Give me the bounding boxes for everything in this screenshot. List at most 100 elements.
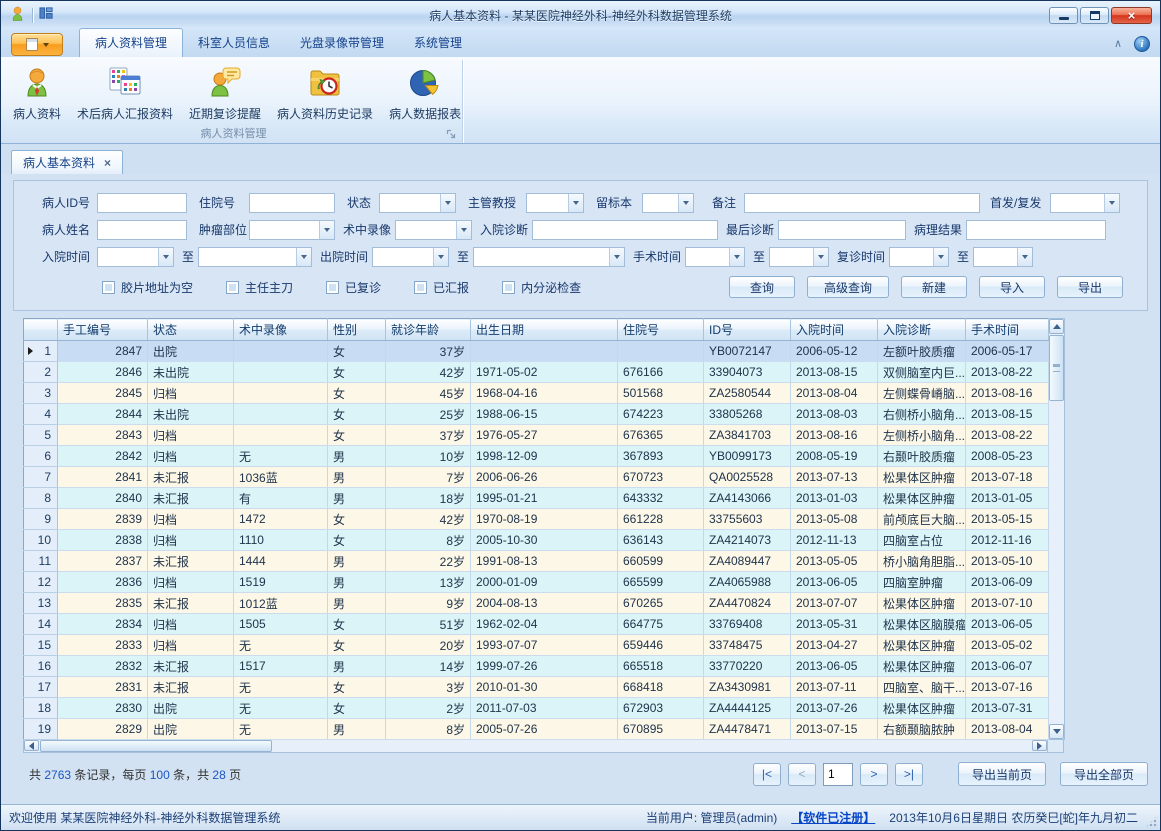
table-cell[interactable]: 未汇报 — [148, 593, 234, 614]
combo-dropdown-button[interactable] — [1104, 194, 1119, 212]
table-cell[interactable]: 1036蓝 — [234, 467, 328, 488]
table-cell[interactable]: QA0025528 — [704, 467, 791, 488]
table-cell[interactable]: 51岁 — [386, 614, 471, 635]
table-cell[interactable]: 665518 — [618, 656, 704, 677]
table-cell[interactable]: 13岁 — [386, 572, 471, 593]
table-cell[interactable]: 37岁 — [386, 341, 471, 362]
table-cell[interactable]: 33904073 — [704, 362, 791, 383]
table-cell[interactable]: 归档 — [148, 572, 234, 593]
combo-field[interactable] — [249, 220, 335, 240]
table-cell[interactable]: 女 — [328, 509, 386, 530]
table-row[interactable]: 82840未汇报有男18岁1995-01-21643332ZA414306620… — [24, 488, 1049, 509]
page-number-input[interactable] — [823, 763, 853, 786]
combo-field[interactable] — [889, 247, 949, 267]
table-cell[interactable]: 男 — [328, 572, 386, 593]
close-tab-icon[interactable]: × — [104, 157, 111, 169]
table-cell[interactable]: 2013-08-22 — [966, 362, 1049, 383]
row-number-cell[interactable]: 19 — [24, 719, 58, 740]
table-cell[interactable]: 33805268 — [704, 404, 791, 425]
row-number-cell[interactable]: 1 — [24, 341, 58, 362]
table-cell[interactable]: 2012-11-16 — [966, 530, 1049, 551]
combo-field[interactable] — [372, 247, 449, 267]
column-header[interactable]: 入院时间 — [791, 319, 878, 341]
table-cell[interactable]: 2839 — [58, 509, 148, 530]
table-cell[interactable]: 670265 — [618, 593, 704, 614]
combo-field[interactable] — [97, 247, 174, 267]
table-cell[interactable]: 2012-11-13 — [791, 530, 878, 551]
table-cell[interactable]: 367893 — [618, 446, 704, 467]
table-row[interactable]: 182830出院无女2岁2011-07-03672903ZA4444125201… — [24, 698, 1049, 719]
scroll-up-button[interactable] — [1049, 319, 1064, 334]
table-cell[interactable]: 2010-01-30 — [471, 677, 618, 698]
table-cell[interactable]: 无 — [234, 446, 328, 467]
table-row[interactable]: 162832未汇报1517男14岁1999-07-266655183377022… — [24, 656, 1049, 677]
table-cell[interactable]: 男 — [328, 488, 386, 509]
filter-checkbox[interactable]: 胶片地址为空 — [102, 279, 193, 296]
patient-history-button[interactable]: 病人资料历史记录 — [269, 62, 381, 125]
close-button[interactable]: × — [1111, 7, 1152, 24]
combo-dropdown-button[interactable] — [296, 248, 311, 266]
table-cell[interactable]: 松果体区肿瘤 — [878, 593, 966, 614]
combo-dropdown-button[interactable] — [319, 221, 334, 239]
table-row[interactable]: 102838归档1110女8岁2005-10-30636143ZA4214073… — [24, 530, 1049, 551]
table-cell[interactable]: 2837 — [58, 551, 148, 572]
table-cell[interactable]: 2013-07-16 — [966, 677, 1049, 698]
table-cell[interactable]: 未汇报 — [148, 488, 234, 509]
ribbon-tab-disc-video[interactable]: 光盘录像带管理 — [285, 29, 399, 57]
table-row[interactable]: 152833归档无女20岁1993-07-0765944633748475201… — [24, 635, 1049, 656]
combo-dropdown-button[interactable] — [729, 248, 744, 266]
table-cell[interactable]: 女 — [328, 362, 386, 383]
table-cell[interactable] — [618, 341, 704, 362]
action-button-查询[interactable]: 查询 — [729, 276, 795, 298]
ribbon-tab-patient-management[interactable]: 病人资料管理 — [79, 28, 183, 58]
combo-dropdown-button[interactable] — [158, 248, 173, 266]
table-cell[interactable]: 2005-07-26 — [471, 719, 618, 740]
table-cell[interactable]: 10岁 — [386, 446, 471, 467]
row-number-cell[interactable]: 16 — [24, 656, 58, 677]
table-cell[interactable]: 女 — [328, 614, 386, 635]
layout-blocks-icon[interactable] — [39, 6, 54, 24]
filter-checkbox[interactable]: 已复诊 — [326, 279, 381, 296]
table-cell[interactable]: 无 — [234, 698, 328, 719]
table-cell[interactable]: 2841 — [58, 467, 148, 488]
table-cell[interactable]: 2013-07-15 — [791, 719, 878, 740]
table-cell[interactable]: 松果体区脑膜瘤 — [878, 614, 966, 635]
table-cell[interactable]: 668418 — [618, 677, 704, 698]
table-cell[interactable]: 有 — [234, 488, 328, 509]
table-cell[interactable]: 8岁 — [386, 530, 471, 551]
horizontal-scroll-track[interactable] — [273, 740, 1032, 752]
ribbon-tab-system[interactable]: 系统管理 — [399, 29, 477, 57]
dialog-launcher-icon[interactable] — [446, 129, 457, 140]
combo-field[interactable] — [685, 247, 745, 267]
vertical-scroll-track[interactable] — [1049, 402, 1064, 724]
table-cell[interactable]: 1472 — [234, 509, 328, 530]
row-number-cell[interactable]: 11 — [24, 551, 58, 572]
table-cell[interactable]: 676365 — [618, 425, 704, 446]
checkbox-icon[interactable] — [326, 281, 339, 294]
table-cell[interactable]: 9岁 — [386, 593, 471, 614]
combo-field[interactable] — [973, 247, 1033, 267]
table-cell[interactable]: 1519 — [234, 572, 328, 593]
table-cell[interactable]: 2013-06-05 — [791, 572, 878, 593]
table-cell[interactable]: 2833 — [58, 635, 148, 656]
table-cell[interactable]: 636143 — [618, 530, 704, 551]
column-header[interactable]: 状态 — [148, 319, 234, 341]
row-number-cell[interactable]: 9 — [24, 509, 58, 530]
table-cell[interactable]: 左侧蝶骨嵴脑... — [878, 383, 966, 404]
table-row[interactable]: 192829出院无男8岁2005-07-26670895ZA4478471201… — [24, 719, 1049, 740]
table-cell[interactable]: 左额叶胶质瘤 — [878, 341, 966, 362]
checkbox-icon[interactable] — [414, 281, 427, 294]
export-all-pages-button[interactable]: 导出全部页 — [1060, 762, 1148, 786]
table-cell[interactable]: 松果体区肿瘤 — [878, 635, 966, 656]
table-cell[interactable]: 2013-01-03 — [791, 488, 878, 509]
table-cell[interactable]: 2013-08-16 — [791, 425, 878, 446]
table-cell[interactable] — [234, 362, 328, 383]
table-row[interactable]: 62842归档无男10岁1998-12-09367893YB0099173200… — [24, 446, 1049, 467]
table-cell[interactable]: 2013-06-05 — [791, 656, 878, 677]
combo-dropdown-button[interactable] — [440, 194, 455, 212]
table-cell[interactable]: 1444 — [234, 551, 328, 572]
table-cell[interactable]: 女 — [328, 530, 386, 551]
table-cell[interactable]: 2000-01-09 — [471, 572, 618, 593]
table-cell[interactable]: 665599 — [618, 572, 704, 593]
table-cell[interactable]: 2006-05-17 — [966, 341, 1049, 362]
